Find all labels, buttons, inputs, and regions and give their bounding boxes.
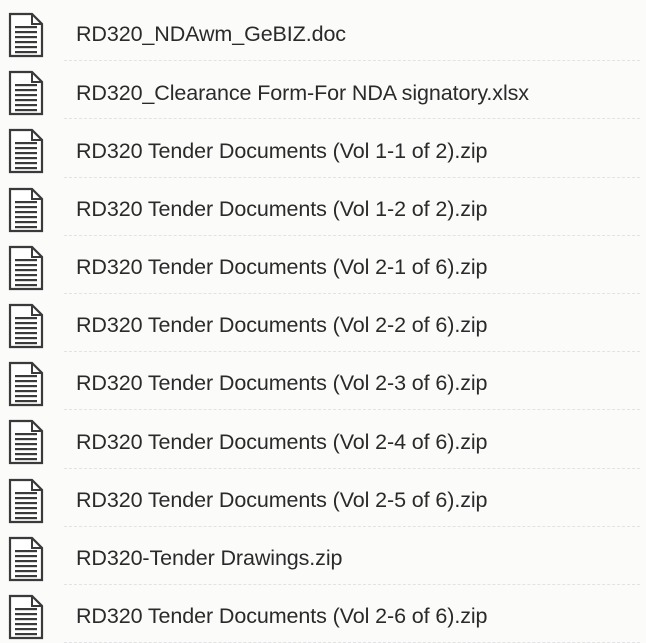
file-item[interactable]: RD320 Tender Documents (Vol 2-1 of 6).zi… <box>0 239 646 297</box>
file-item[interactable]: RD320-Tender Drawings.zip <box>0 530 646 588</box>
document-icon <box>8 361 44 407</box>
file-list-page: RD320_NDAwm_GeBIZ.doc RD320_Clearance Fo… <box>0 0 646 643</box>
file-name[interactable]: RD320 Tender Documents (Vol 2-6 of 6).zi… <box>76 606 487 628</box>
file-name[interactable]: RD320-Tender Drawings.zip <box>76 548 342 570</box>
file-name[interactable]: RD320 Tender Documents (Vol 1-1 of 2).zi… <box>76 140 487 163</box>
document-icon <box>8 419 44 465</box>
document-icon <box>8 128 44 174</box>
file-item[interactable]: RD320 Tender Documents (Vol 2-5 of 6).zi… <box>0 472 646 530</box>
file-item[interactable]: RD320 Tender Documents (Vol 2-6 of 6).zi… <box>0 588 646 643</box>
file-name[interactable]: RD320 Tender Documents (Vol 2-3 of 6).zi… <box>76 373 487 395</box>
document-icon <box>8 12 44 58</box>
file-item[interactable]: RD320 Tender Documents (Vol 1-2 of 2).zi… <box>0 181 646 239</box>
document-icon <box>8 70 44 116</box>
document-icon <box>8 187 44 233</box>
document-icon <box>8 245 44 291</box>
file-name[interactable]: RD320 Tender Documents (Vol 2-1 of 6).zi… <box>76 257 487 279</box>
file-name[interactable]: RD320 Tender Documents (Vol 1-2 of 2).zi… <box>76 198 487 221</box>
document-icon <box>8 536 44 582</box>
file-item[interactable]: RD320 Tender Documents (Vol 2-4 of 6).zi… <box>0 413 646 471</box>
document-icon <box>8 478 44 524</box>
file-item[interactable]: RD320 Tender Documents (Vol 1-1 of 2).zi… <box>0 122 646 180</box>
document-icon <box>8 303 44 349</box>
file-name[interactable]: RD320 Tender Documents (Vol 2-5 of 6).zi… <box>76 489 487 512</box>
file-list: RD320_NDAwm_GeBIZ.doc RD320_Clearance Fo… <box>0 6 646 643</box>
file-item[interactable]: RD320 Tender Documents (Vol 2-2 of 6).zi… <box>0 297 646 355</box>
file-item[interactable]: RD320_NDAwm_GeBIZ.doc <box>0 6 646 64</box>
file-name[interactable]: RD320 Tender Documents (Vol 2-4 of 6).zi… <box>76 431 487 454</box>
document-icon <box>8 594 44 640</box>
file-name[interactable]: RD320_Clearance Form-For NDA signatory.x… <box>76 82 529 105</box>
file-name[interactable]: RD320_NDAwm_GeBIZ.doc <box>76 24 346 46</box>
file-item[interactable]: RD320_Clearance Form-For NDA signatory.x… <box>0 64 646 122</box>
file-item[interactable]: RD320 Tender Documents (Vol 2-3 of 6).zi… <box>0 355 646 413</box>
file-name[interactable]: RD320 Tender Documents (Vol 2-2 of 6).zi… <box>76 315 487 337</box>
